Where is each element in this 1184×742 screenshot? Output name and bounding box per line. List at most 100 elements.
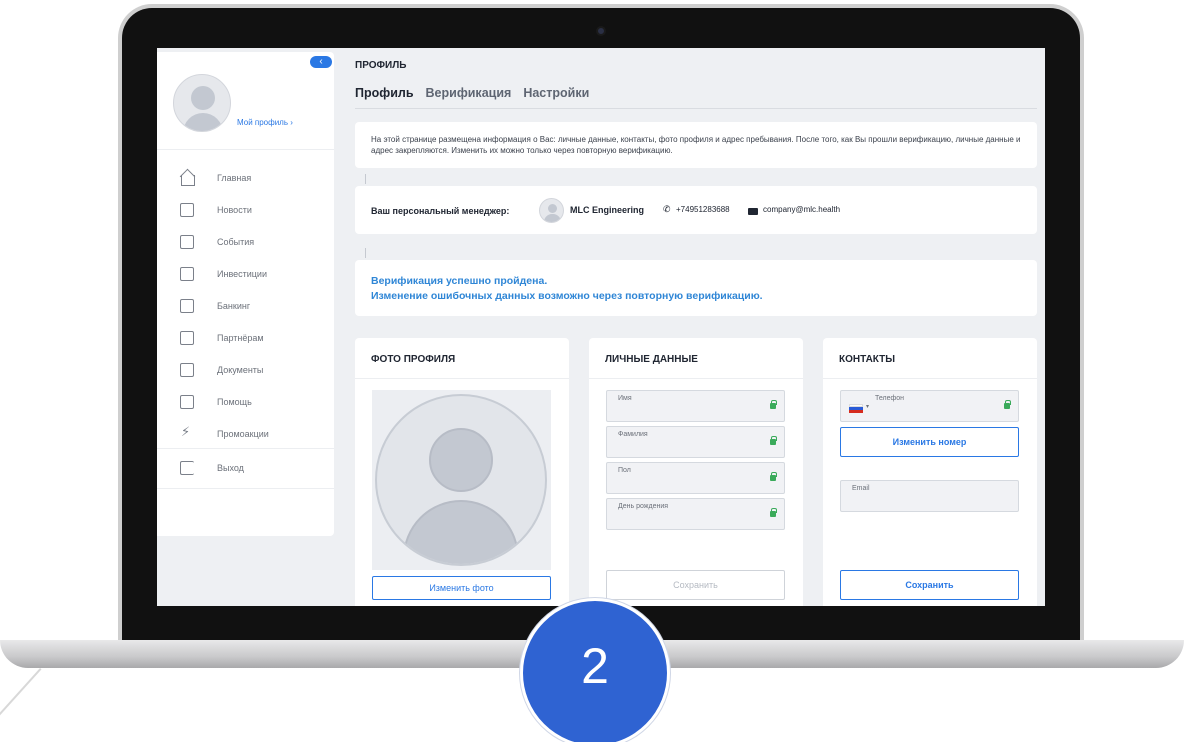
sidebar-item-news[interactable]: Новости (157, 194, 334, 226)
change-number-button[interactable]: Изменить номер (840, 427, 1019, 457)
field-label: Имя (618, 395, 632, 402)
personal-data-card: ЛИЧНЫЕ ДАННЫЕ Имя Фамилия Пол День рожде… (589, 338, 803, 606)
photo-card: ФОТО ПРОФИЛЯ Изменить фото (355, 338, 569, 606)
avatar[interactable] (173, 74, 231, 132)
section-divider (589, 378, 803, 379)
last-name-field[interactable]: Фамилия (606, 426, 785, 458)
home-icon (180, 171, 195, 186)
russia-flag-icon (849, 404, 863, 413)
manager-card: Ваш персональный менеджер: MLC Engineeri… (355, 186, 1037, 234)
sidebar-item-help[interactable]: Помощь (157, 386, 334, 418)
logout-label: Выход (217, 463, 244, 473)
wallet-icon (180, 267, 194, 281)
field-label: День рождения (618, 503, 669, 510)
manager-avatar (539, 198, 564, 223)
tab-verification[interactable]: Верификация (426, 86, 512, 100)
sidebar-item-investments[interactable]: Инвестиции (157, 258, 334, 290)
sidebar-item-logout[interactable]: Выход (157, 452, 334, 484)
save-contacts-button[interactable]: Сохранить (840, 570, 1019, 600)
section-divider (823, 378, 1037, 379)
contacts-title: КОНТАКТЫ (839, 354, 896, 365)
manager-name: MLC Engineering (570, 205, 644, 215)
profile-photo-placeholder (375, 394, 547, 566)
sidebar-divider (157, 149, 334, 150)
lock-icon (1004, 400, 1011, 409)
sidebar-item-documents[interactable]: Документы (157, 354, 334, 386)
sidebar-item-label: Помощь (217, 397, 252, 407)
manager-email[interactable]: company@mlc.health (763, 205, 840, 214)
change-photo-button[interactable]: Изменить фото (372, 576, 551, 600)
birthday-field[interactable]: День рождения (606, 498, 785, 530)
sidebar-item-banking[interactable]: Банкинг (157, 290, 334, 322)
news-icon (180, 203, 194, 217)
logout-icon (180, 461, 194, 475)
page-title: ПРОФИЛЬ (355, 60, 407, 71)
mail-icon (748, 208, 758, 215)
sidebar-item-promo[interactable]: Промоакции (157, 418, 334, 450)
sidebar-item-events[interactable]: События (157, 226, 334, 258)
calendar-icon (180, 235, 194, 249)
sidebar-item-label: Главная (217, 173, 252, 183)
floor-line (0, 668, 42, 737)
phone-field[interactable]: ▾ Телефон (840, 390, 1019, 422)
profile-photo (372, 390, 551, 570)
screen: ‹ Мой профиль › Главная Новости События (157, 48, 1045, 606)
bank-icon (180, 299, 194, 313)
tabs: Профиль Верификация Настройки (355, 86, 589, 100)
lock-icon (770, 508, 777, 517)
lock-icon (770, 436, 777, 445)
chevron-down-icon[interactable]: ▾ (866, 403, 869, 410)
sidebar-item-home[interactable]: Главная (157, 162, 334, 194)
first-name-field[interactable]: Имя (606, 390, 785, 422)
save-personal-button[interactable]: Сохранить (606, 570, 785, 600)
verification-line-1: Верификация успешно пройдена. (371, 275, 548, 287)
sidebar-item-label: Документы (217, 365, 264, 375)
partners-icon (180, 331, 194, 345)
sidebar-item-label: Инвестиции (217, 269, 267, 279)
tab-settings[interactable]: Настройки (523, 86, 589, 100)
photo-title: ФОТО ПРОФИЛЯ (371, 354, 456, 365)
my-profile-link[interactable]: Мой профиль › (237, 118, 293, 127)
personal-title: ЛИЧНЫЕ ДАННЫЕ (605, 354, 698, 365)
lightning-icon (180, 424, 194, 441)
sidebar-nav: Главная Новости События Инвестиции Банки… (157, 162, 334, 450)
help-icon (180, 395, 194, 409)
field-label: Телефон (875, 395, 905, 402)
lock-icon (770, 472, 777, 481)
sidebar-divider (157, 448, 334, 449)
sidebar-divider (157, 488, 334, 489)
stage: ‹ Мой профиль › Главная Новости События (0, 0, 1184, 742)
divider-tick (365, 174, 366, 184)
sidebar-item-label: Промоакции (217, 429, 269, 439)
sidebar-item-label: Банкинг (217, 301, 251, 311)
verification-status: Верификация успешно пройдена. Изменение … (371, 274, 763, 304)
sidebar-item-label: Новости (217, 205, 252, 215)
manager-label: Ваш персональный менеджер: (371, 206, 510, 216)
document-icon (180, 363, 194, 377)
sidebar-item-partners[interactable]: Партнёрам (157, 322, 334, 354)
contacts-card: КОНТАКТЫ ▾ Телефон Изменить номер Email … (823, 338, 1037, 606)
manager-phone[interactable]: +74951283688 (676, 205, 730, 214)
verification-card: Верификация успешно пройдена. Изменение … (355, 260, 1037, 316)
lock-icon (770, 400, 777, 409)
field-label: Фамилия (618, 431, 648, 438)
sidebar-item-label: События (217, 237, 255, 247)
section-divider (355, 378, 569, 379)
email-field[interactable]: Email (840, 480, 1019, 512)
info-text: На этой странице размещена информация о … (371, 135, 1021, 155)
divider-tick (365, 248, 366, 258)
info-card: На этой странице размещена информация о … (355, 122, 1037, 168)
phone-icon: ✆ (663, 204, 671, 214)
field-label: Email (852, 485, 870, 492)
sidebar: ‹ Мой профиль › Главная Новости События (157, 52, 334, 536)
step-badge: 2 (520, 598, 670, 742)
collapse-sidebar-button[interactable]: ‹ (310, 56, 332, 68)
gender-field[interactable]: Пол (606, 462, 785, 494)
sidebar-item-label: Партнёрам (217, 333, 264, 343)
tab-profile[interactable]: Профиль (355, 86, 414, 100)
field-label: Пол (618, 467, 631, 474)
verification-line-2: Изменение ошибочных данных возможно чере… (371, 290, 763, 302)
tabs-underline (355, 108, 1037, 109)
step-number: 2 (581, 638, 609, 694)
camera-icon (596, 26, 606, 36)
